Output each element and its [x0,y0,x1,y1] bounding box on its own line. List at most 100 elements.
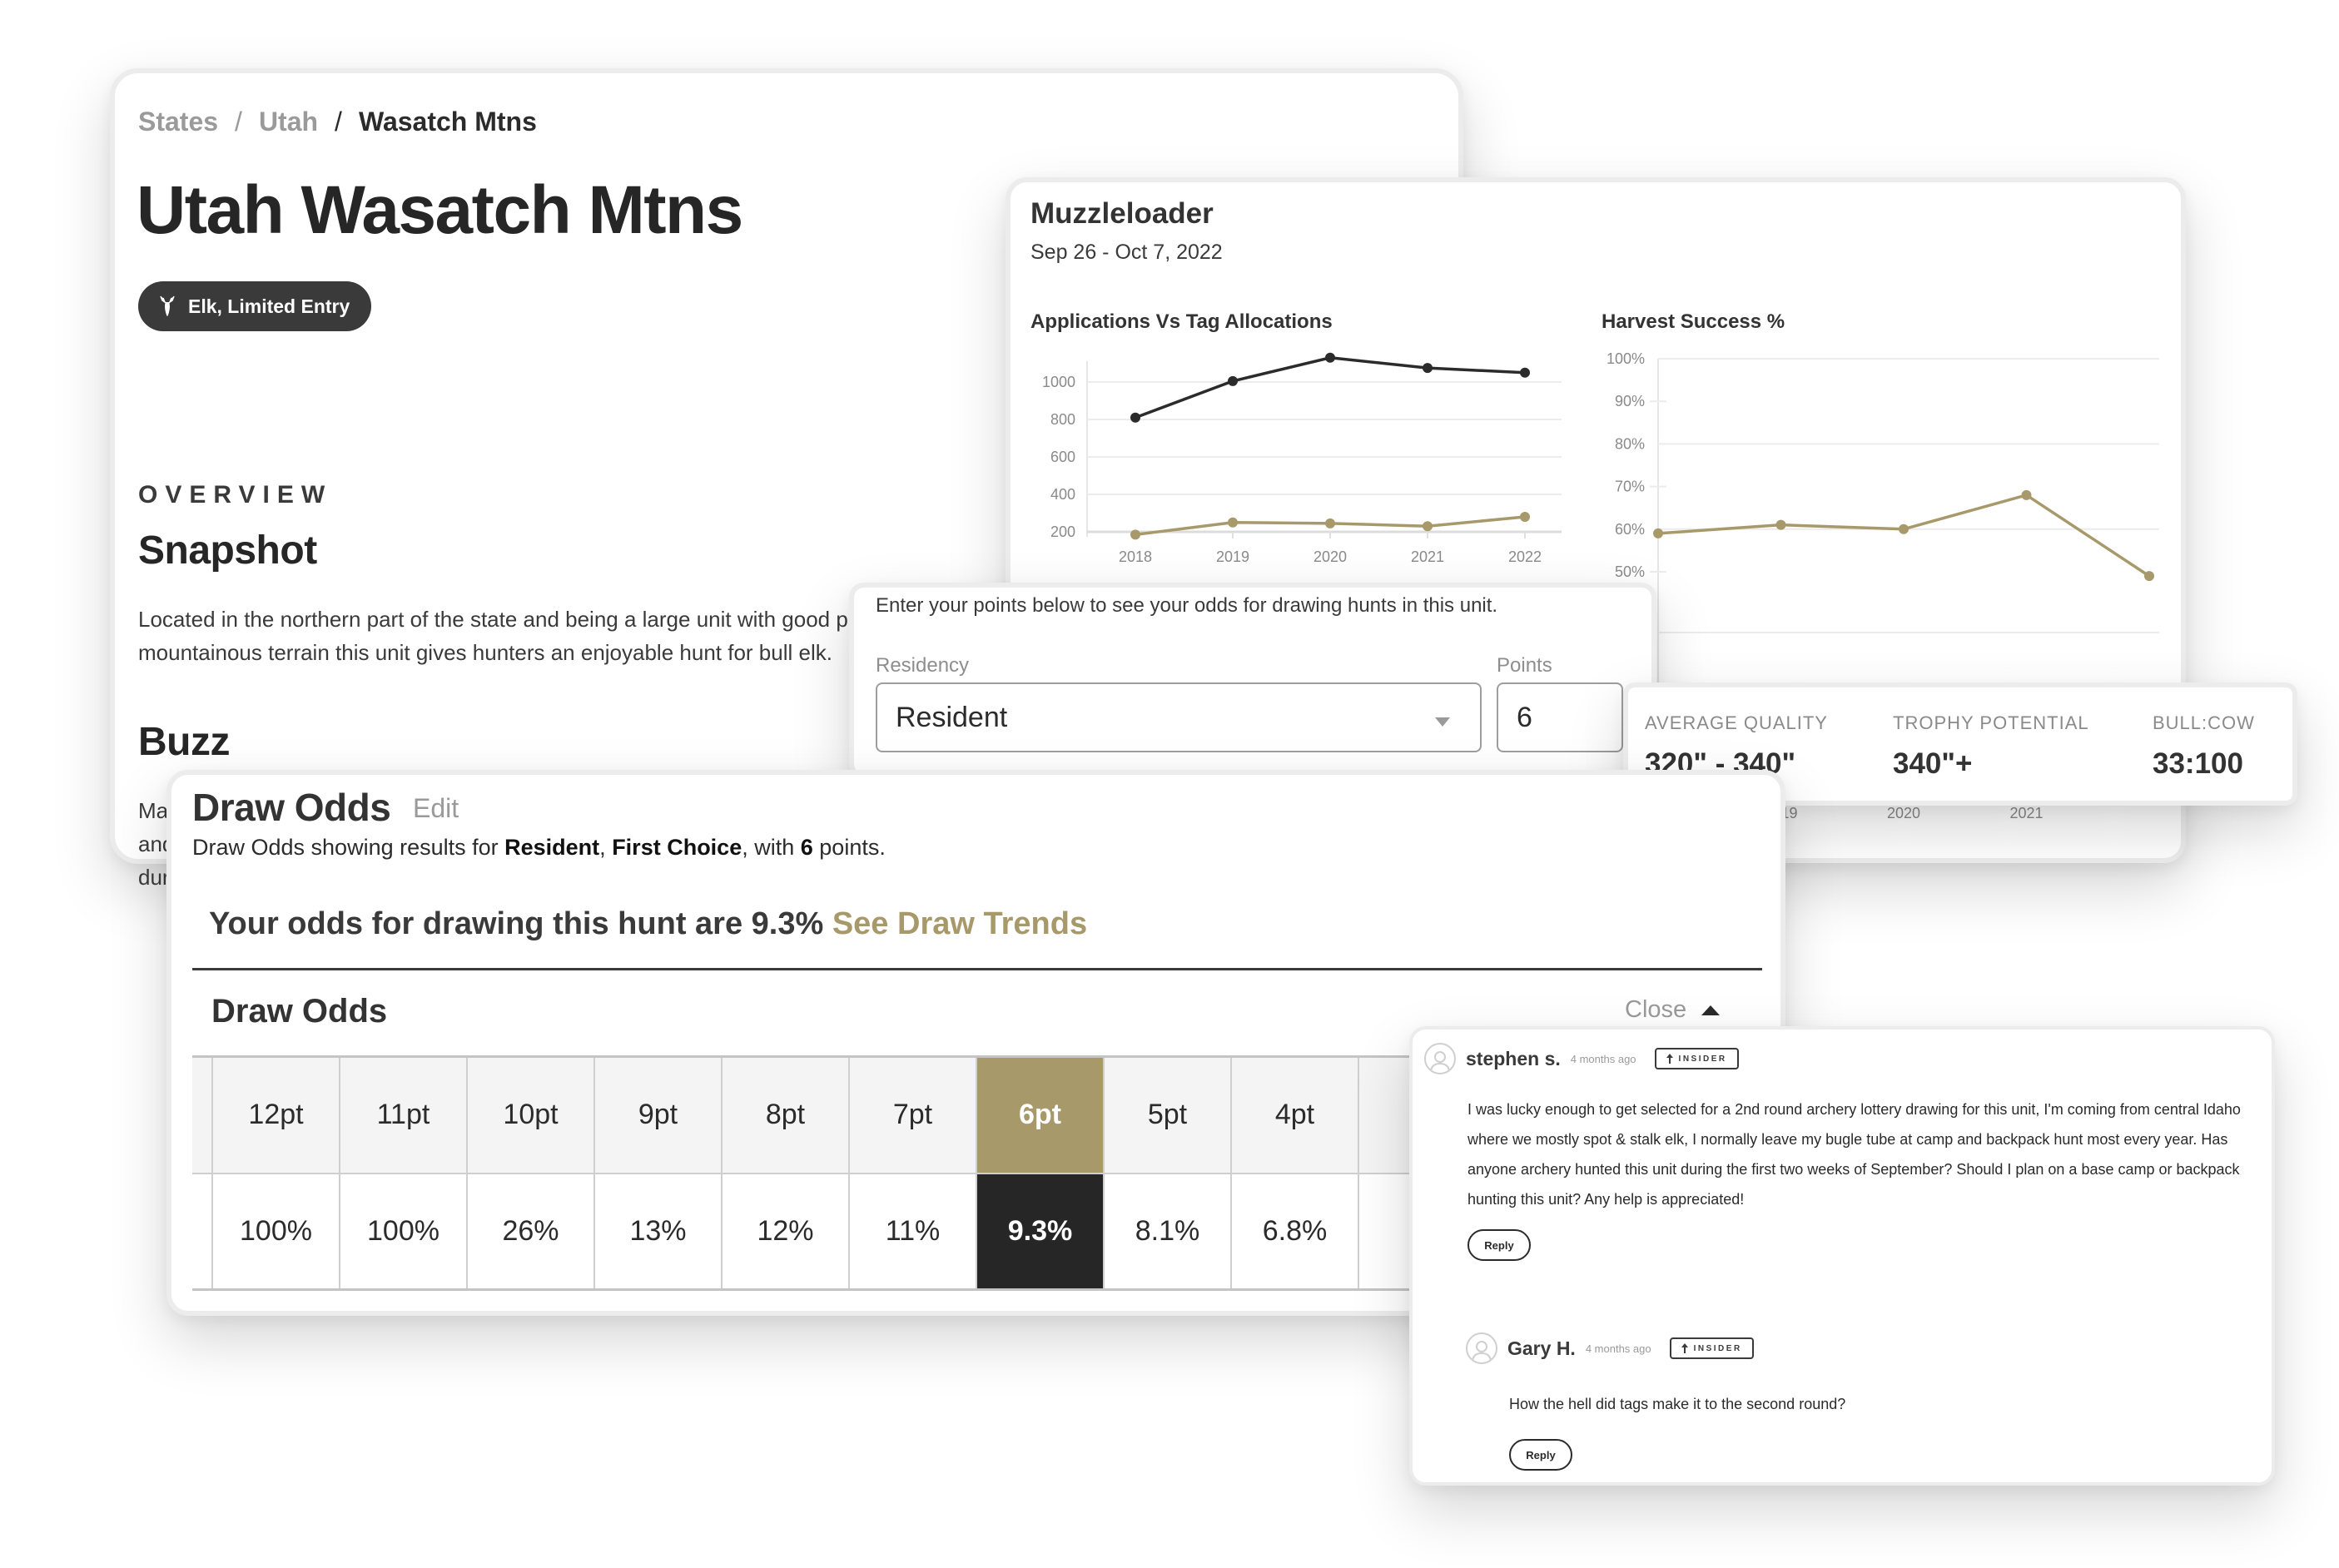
comment-header: stephen s. 4 months ago INSIDER [1424,1043,2242,1074]
chevron-down-icon [1435,717,1450,727]
comment-time: 4 months ago [1585,1342,1651,1355]
points-header-cell[interactable]: 7pt [848,1055,977,1174]
species-pill-label: Elk, Limited Entry [188,295,350,317]
stat-value: 33:100 [2153,747,2243,780]
points-label: Points [1497,654,1552,677]
odds-headline-text: Your odds for drawing this hunt are 9.3% [209,906,824,941]
draw-odds-summary: Draw Odds showing results for Resident , … [192,835,886,861]
residency-label: Residency [876,654,970,677]
comment-reply: Gary H. 4 months ago INSIDER How the hel… [1466,1332,2283,1471]
points-header-cell[interactable]: 12pt [211,1055,340,1174]
avatar [1424,1043,1456,1074]
points-header-cell[interactable]: 4pt [1230,1055,1359,1174]
points-header-cell[interactable]: 10pt [466,1055,595,1174]
buzz-heading: Buzz [138,720,230,764]
comment: stephen s. 4 months ago INSIDER I was lu… [1424,1043,2242,1261]
user-icon [1472,1341,1492,1362]
points-header-cell[interactable]: 6pt [976,1055,1105,1174]
summary-choice: First Choice [612,835,742,860]
points-header-cell[interactable]: 11pt [339,1055,468,1174]
page-title: Utah Wasatch Mtns [137,172,743,248]
species-pill[interactable]: Elk, Limited Entry [138,281,372,331]
summary-points: 6 [800,835,813,860]
snapshot-heading: Snapshot [138,528,317,573]
edit-link[interactable]: Edit [413,793,459,824]
breadcrumb-separator: / [335,107,342,136]
stat-label: BULL:COW [2153,712,2255,733]
data-point [2021,489,2032,500]
data-point [1775,519,1786,530]
y-tick-label: 70% [1615,479,1645,495]
summary-text: points. [812,835,886,860]
close-label: Close [1625,996,1687,1023]
table-gutter [192,1172,213,1291]
data-point [2144,571,2154,582]
comment-time: 4 months ago [1570,1052,1636,1065]
y-tick-label: 50% [1615,563,1645,580]
y-tick-label: 100% [1607,350,1645,367]
data-point [1899,523,1909,534]
stat-trophy-potential: TROPHY POTENTIAL 340"+ [1893,712,2153,801]
breadcrumb-utah[interactable]: Utah [259,107,318,137]
points-row: 12pt11pt10pt9pt8pt7pt6pt5pt4pt3 [192,1055,1487,1174]
user-icon [1430,1051,1450,1073]
draw-odds-title: Draw Odds [192,786,391,829]
odds-value-cell: 13% [593,1172,723,1291]
odds-value-cell: 6.8% [1230,1172,1359,1291]
residency-selected-value: Resident [896,701,1008,733]
y-tick-label: 60% [1615,521,1645,538]
divider [192,968,1762,970]
x-tick-label: 2020 [1887,805,1920,821]
breadcrumb-separator: / [235,107,242,136]
residency-select[interactable]: Resident [876,682,1482,752]
close-button[interactable]: Close [1625,996,1721,1024]
breadcrumb: States / Utah / Wasatch Mtns [138,107,537,137]
see-draw-trends-link[interactable]: See Draw Trends [832,906,1087,941]
stat-label: TROPHY POTENTIAL [1893,712,2089,733]
comment-author[interactable]: Gary H. [1507,1337,1576,1360]
comments-card: stephen s. 4 months ago INSIDER I was lu… [1409,1026,2275,1486]
overview-label: OVERVIEW [138,481,333,509]
points-form-card: Enter your points below to see your odds… [849,583,1656,779]
odds-value-cell: 11% [848,1172,977,1291]
odds-value-cell: 9.3% [976,1172,1105,1291]
table-gutter [192,1055,213,1174]
insider-icon [1681,1343,1688,1353]
data-point [1653,528,1663,538]
comment-body: How the hell did tags make it to the sec… [1509,1396,1846,1412]
odds-row: 100%100%26%13%12%11%9.3%8.1%6.8%5. [192,1172,1487,1291]
comment-header: Gary H. 4 months ago INSIDER [1466,1332,2283,1364]
summary-text: , [599,835,613,860]
comment-author[interactable]: stephen s. [1466,1048,1561,1070]
summary-text: , with [742,835,801,860]
x-tick-label: 2021 [2009,805,2043,821]
stat-label: AVERAGE QUALITY [1645,712,1828,733]
points-input[interactable] [1497,682,1623,752]
avatar [1466,1332,1497,1364]
y-tick-label: 90% [1615,393,1645,409]
reply-button[interactable]: Reply [1509,1439,1572,1471]
summary-text: Draw Odds showing results for [192,835,505,860]
points-header-cell[interactable]: 5pt [1103,1055,1232,1174]
insider-badge: INSIDER [1654,1048,1739,1069]
summary-residency: Resident [504,835,600,860]
odds-value-cell: 100% [339,1172,468,1291]
odds-value-cell: 26% [466,1172,595,1291]
insider-badge-label: INSIDER [1693,1343,1742,1353]
stat-value: 340"+ [1893,747,1973,780]
points-header-cell[interactable]: 9pt [593,1055,723,1174]
stat-bull-cow: BULL:COW 33:100 [2153,712,2255,801]
series-line-harvest-success [1657,493,2150,578]
points-intro: Enter your points below to see your odds… [876,594,1498,617]
breadcrumb-current: Wasatch Mtns [358,107,537,136]
draw-odds-table-title: Draw Odds [211,993,388,1030]
breadcrumb-states[interactable]: States [138,107,218,137]
odds-headline: Your odds for drawing this hunt are 9.3%… [209,906,1087,942]
insider-icon [1666,1054,1673,1064]
elk-icon [160,295,175,316]
comment-body: I was lucky enough to get selected for a… [1467,1101,2241,1208]
odds-value-cell: 12% [721,1172,850,1291]
points-header-cell[interactable]: 8pt [721,1055,850,1174]
reply-button[interactable]: Reply [1467,1229,1531,1261]
odds-value-cell: 100% [211,1172,340,1291]
